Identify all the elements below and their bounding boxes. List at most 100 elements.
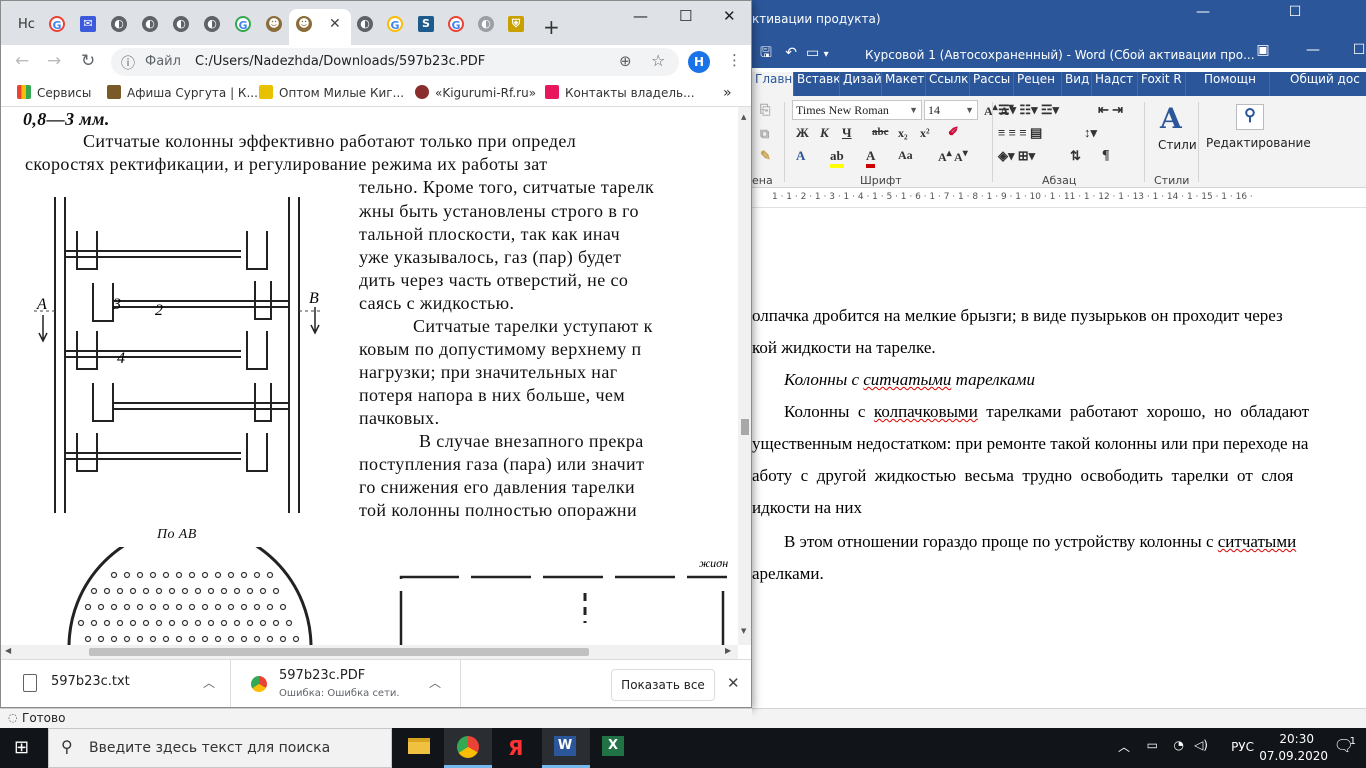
maximize-icon[interactable]: ☐ [1272,4,1318,20]
tab-review[interactable]: Рецен [1014,72,1062,96]
pdf-vertical-scrollbar[interactable]: ▲ ▼ [738,107,751,645]
shading-icon[interactable]: ◈▾ ⊞▾ [998,148,1035,164]
wifi-icon[interactable]: ◔ [1174,738,1184,752]
paste-icon[interactable]: ⎘ [760,102,770,118]
taskbar-explorer[interactable] [394,728,442,768]
styles-icon[interactable]: A [1160,102,1182,135]
tab-insert[interactable]: Вставк [794,72,840,96]
indent-icon[interactable]: ⇤ ⇥ [1098,102,1123,118]
browser-tab[interactable]: S [411,9,441,45]
ribbon-display-icon[interactable]: ▣ [1240,42,1286,58]
bookmark-optom[interactable]: Оптом Милые Киг... [259,85,404,100]
scrollbar-thumb[interactable] [89,648,589,656]
chevron-up-icon[interactable]: ︿ [1118,738,1130,755]
browser-tab[interactable]: G [441,9,471,45]
text-effects-icon[interactable]: A [796,148,805,164]
bullets-icon[interactable]: ☰▾ ☷▾ ☲▾ [998,102,1059,118]
clock-date[interactable]: 07.09.2020 [1259,749,1328,763]
reload-icon[interactable]: ↻ [81,51,95,71]
download-item[interactable]: 597b23c.PDF Ошибка: Ошибка сети. ︿ [233,660,461,707]
close-tab-icon[interactable]: ✕ [329,16,341,32]
network-icon[interactable]: ▭ [1147,738,1158,752]
maximize-icon[interactable]: ☐ [679,7,692,25]
tab-addins[interactable]: Надст [1092,72,1138,96]
browser-tab[interactable]: Нс [9,9,39,45]
show-all-button[interactable]: Показать все [611,669,715,701]
chevron-up-icon[interactable]: ︿ [429,674,441,691]
subscript-icon[interactable]: x₂ [898,126,908,141]
font-name-combo[interactable]: Times New Roman ▼ [792,100,922,120]
bookmarks-overflow-icon[interactable]: » [723,85,732,101]
browser-tab[interactable]: ◐ [471,9,501,45]
browser-tab[interactable]: G [42,9,72,45]
tab-view[interactable]: Вид [1062,72,1092,96]
chevron-up-icon[interactable]: ︿ [203,674,215,691]
profile-avatar[interactable]: H [688,51,710,73]
word-restore-icon[interactable]: ☐ [1336,42,1366,58]
tab-mailings[interactable]: Рассы [970,72,1014,96]
browser-tab[interactable]: ☻ [259,9,289,45]
tab-help-search[interactable]: Помощн [1186,72,1270,96]
format-painter-icon[interactable]: ✎ [760,148,771,164]
scroll-up-icon[interactable]: ▲ [741,113,746,121]
find-icon[interactable]: ⚲ [1236,104,1264,130]
browser-tab[interactable]: ◐ [350,9,380,45]
editing-label[interactable]: Редактирование [1206,136,1311,150]
address-url[interactable]: C:/Users/Nadezhda/Downloads/597b23c.PDF [195,54,485,69]
browser-tab[interactable]: ◐ [197,9,227,45]
save-icon[interactable]: 🖫 [760,45,772,61]
back-icon[interactable]: ← [15,51,29,71]
qat-more-icon[interactable]: ▾ [824,49,829,60]
browser-tab[interactable]: ◐ [135,9,165,45]
download-item[interactable]: 597b23c.txt ︿ [1,660,231,707]
pilcrow-icon[interactable]: ¶ [1102,148,1110,164]
word-minimize-icon[interactable]: — [1290,42,1336,58]
copy-icon[interactable]: ⧉ [760,126,769,142]
superscript-icon[interactable]: x² [920,126,930,141]
bookmark-kigurumi[interactable]: «Kigurumi-Rf.ru» [415,85,536,100]
align-icons[interactable]: ≡ ≡ ≡ ▤ [998,125,1042,141]
sort-icon[interactable]: ⇅ [1070,148,1081,164]
undo-icon[interactable]: ↶ [785,45,797,61]
styles-button-label[interactable]: Стили [1158,138,1197,152]
info-icon[interactable]: ⓘ [121,53,135,73]
change-case-icon[interactable]: Aa [898,148,913,163]
browser-tab[interactable]: ✉ [73,9,103,45]
italic-icon[interactable]: К [820,125,829,141]
forward-icon[interactable]: → [47,51,61,71]
scroll-right-icon[interactable]: ▶ [725,646,731,655]
browser-tab-active[interactable]: ☻ ✕ [289,9,351,45]
close-icon[interactable]: ✕ [723,7,736,25]
star-icon[interactable]: ☆ [651,51,665,70]
highlight-icon[interactable]: ab [830,148,844,168]
share-button[interactable]: Общий дос [1274,72,1366,96]
zoom-icon[interactable]: ⊕ [619,52,632,70]
underline-icon[interactable]: Ч [842,125,852,141]
browser-tab[interactable]: G [228,9,258,45]
browser-tab[interactable]: ⛨ [501,9,531,45]
taskbar-excel[interactable]: X [590,728,638,768]
tab-references[interactable]: Ссылк [926,72,970,96]
chrome-window[interactable]: Нс G ✉ ◐ ◐ ◐ ◐ G ☻ ☻ ✕ ◐ G S G ◐ ⛨ + — ☐ … [0,0,752,708]
minimize-icon[interactable]: — [633,7,648,25]
address-bar[interactable]: ⓘ Файл C:/Users/Nadezhda/Downloads/597b2… [111,48,679,76]
open-icon[interactable]: ▭ [806,45,819,61]
pdf-horizontal-scrollbar[interactable]: ◀ ▶ [1,645,738,659]
strikethrough-icon[interactable]: abc [872,126,889,138]
browser-tab[interactable]: G [380,9,410,45]
font-color-icon[interactable]: A [866,148,876,168]
taskbar-yandex[interactable]: Я [492,728,540,768]
document-page[interactable]: олпачка дробится на мелкие брызги; в вид… [752,208,1366,708]
taskbar-chrome[interactable] [444,728,492,768]
taskbar-word[interactable]: W [542,728,590,768]
browser-tab[interactable]: ◐ [166,9,196,45]
close-downloads-icon[interactable]: ✕ [727,674,740,692]
bookmark-contacts[interactable]: Контакты владель... [545,85,695,100]
clear-formatting-icon[interactable]: ✐ [948,124,959,140]
windows-start-icon[interactable]: ⊞ [14,737,29,758]
bold-icon[interactable]: Ж [796,125,809,141]
clock-time[interactable]: 20:30 [1279,732,1314,746]
tab-home[interactable]: Главна [752,72,794,96]
new-tab-icon[interactable]: + [543,15,560,39]
tab-layout[interactable]: Макет [882,72,926,96]
